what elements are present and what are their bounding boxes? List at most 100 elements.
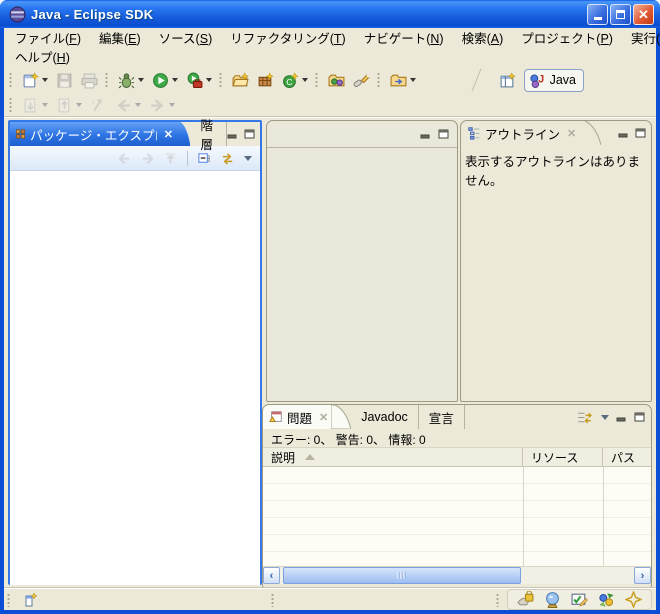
sync-icon[interactable] (598, 591, 615, 608)
package-explorer-tree[interactable] (10, 171, 260, 585)
collapse-all-button[interactable] (194, 149, 215, 168)
dropdown-arrow-icon[interactable] (302, 78, 308, 82)
close-tab-icon[interactable]: ✕ (161, 128, 176, 141)
new-java-project-button[interactable] (228, 69, 253, 92)
tab-problems[interactable]: 問題 ✕ (263, 405, 331, 429)
minimize-button[interactable] (587, 4, 608, 25)
debug-button[interactable] (114, 69, 148, 92)
last-edit-icon (90, 97, 107, 114)
minimize-editor-icon[interactable] (420, 129, 431, 139)
view-forward-button[interactable] (137, 149, 158, 168)
dropdown-arrow-icon[interactable] (172, 78, 178, 82)
dropdown-arrow-icon[interactable] (76, 103, 82, 107)
external-tools-button[interactable] (182, 69, 216, 92)
titlebar[interactable]: Java - Eclipse SDK ✕ (0, 0, 660, 28)
java-perspective-button[interactable]: JJava (524, 69, 584, 92)
fast-view-button[interactable] (22, 590, 41, 609)
new-class-button[interactable]: C (278, 69, 312, 92)
scroll-left-icon[interactable]: ‹ (263, 567, 280, 584)
maximize-view-icon[interactable] (634, 412, 645, 422)
navigation-toolbar (4, 94, 656, 117)
column-header-resource[interactable]: リソース (523, 448, 603, 466)
menu-t[interactable]: リファクタリング(T) (221, 27, 354, 48)
menu-s[interactable]: ソース(S) (150, 27, 222, 48)
close-tab-icon[interactable]: ✕ (316, 411, 331, 424)
menu-f[interactable]: ファイル(F) (6, 27, 90, 48)
previous-annotation-button[interactable] (52, 94, 86, 117)
minimize-view-icon[interactable] (227, 129, 238, 139)
menu-h[interactable]: ヘルプ(H) (6, 46, 79, 67)
print-button[interactable] (77, 69, 102, 92)
scroll-right-icon[interactable]: › (634, 567, 651, 584)
menu-a[interactable]: 検索(A) (453, 27, 513, 48)
open-type-button[interactable] (324, 69, 349, 92)
menu-e[interactable]: 編集(E) (90, 27, 150, 48)
forward-button[interactable] (145, 94, 179, 117)
column-header-path[interactable]: パス (603, 448, 651, 466)
outline-view: アウトライン ✕ 表示するアウトラインはありません。 (460, 120, 652, 402)
tab-outline[interactable]: アウトライン ✕ (461, 121, 581, 145)
scrollbar-thumb[interactable] (283, 567, 521, 584)
screen-edit-icon[interactable] (571, 591, 588, 608)
last-edit-location-button[interactable] (86, 94, 111, 117)
search-button[interactable] (349, 69, 374, 92)
compass-icon[interactable] (625, 591, 642, 608)
menu-n[interactable]: ナビゲート(N) (355, 27, 453, 48)
column-header-description[interactable]: 説明 (263, 448, 523, 466)
editor-tab-area (267, 121, 457, 148)
tab-package-explorer[interactable]: パッケージ・エクスプロー... ✕ (10, 122, 178, 146)
toolbar-drag-handle[interactable] (9, 97, 12, 113)
problems-table-body[interactable] (263, 467, 651, 566)
toolbar-drag-handle[interactable] (315, 72, 318, 88)
link-with-editor-button[interactable] (217, 149, 238, 168)
maximize-view-icon[interactable] (635, 128, 646, 138)
filter-button[interactable] (575, 408, 594, 427)
tab-javadoc[interactable]: Javadoc (351, 405, 419, 429)
next-annotation-button[interactable] (18, 94, 52, 117)
sort-ascending-icon (305, 454, 315, 460)
dropdown-arrow-icon[interactable] (138, 78, 144, 82)
open-resource-icon (390, 72, 407, 89)
dropdown-arrow-icon[interactable] (410, 78, 416, 82)
new-class-icon: C (282, 72, 299, 89)
tab-label: 問題 (287, 408, 312, 427)
dropdown-arrow-icon[interactable] (206, 78, 212, 82)
view-menu-icon[interactable] (601, 415, 609, 420)
problems-icon (269, 410, 283, 424)
back-button[interactable] (111, 94, 145, 117)
toolbar-drag-handle[interactable] (105, 72, 108, 88)
hand-lock-icon[interactable] (517, 591, 534, 608)
dropdown-arrow-icon[interactable] (42, 103, 48, 107)
menu-r[interactable]: 実行(R) (622, 27, 660, 48)
toolbar-drag-handle[interactable] (377, 72, 380, 88)
java-perspective-label: Java (550, 73, 576, 87)
run-button[interactable] (148, 69, 182, 92)
new-java-package-button[interactable] (253, 69, 278, 92)
open-perspective-button[interactable] (495, 69, 520, 92)
close-button[interactable]: ✕ (633, 4, 654, 25)
tab-declaration[interactable]: 宣言 (419, 405, 465, 429)
new-wizard-button[interactable] (18, 69, 52, 92)
toolbar-drag-handle[interactable] (219, 72, 222, 88)
dropdown-arrow-icon[interactable] (42, 78, 48, 82)
tab-label: アウトライン (485, 124, 560, 143)
maximize-button[interactable] (610, 4, 631, 25)
dropdown-arrow-icon[interactable] (135, 103, 141, 107)
minimize-view-icon[interactable] (618, 128, 629, 138)
new-java-package-icon (257, 72, 274, 89)
horizontal-scrollbar[interactable]: ‹ › (263, 566, 651, 584)
open-resource-button[interactable] (386, 69, 420, 92)
go-up-button[interactable] (160, 149, 181, 168)
close-tab-icon[interactable]: ✕ (564, 127, 579, 140)
toolbar-drag-handle[interactable] (9, 72, 12, 88)
globe-icon[interactable] (544, 591, 561, 608)
tab-hierarchy[interactable]: 階層 (190, 122, 227, 146)
maximize-editor-icon[interactable] (438, 129, 449, 139)
view-menu-icon[interactable] (244, 156, 252, 161)
dropdown-arrow-icon[interactable] (169, 103, 175, 107)
menu-p[interactable]: プロジェクト(P) (512, 27, 622, 48)
minimize-view-icon[interactable] (616, 412, 627, 422)
view-back-button[interactable] (114, 149, 135, 168)
save-button[interactable] (52, 69, 77, 92)
maximize-view-icon[interactable] (244, 129, 255, 139)
